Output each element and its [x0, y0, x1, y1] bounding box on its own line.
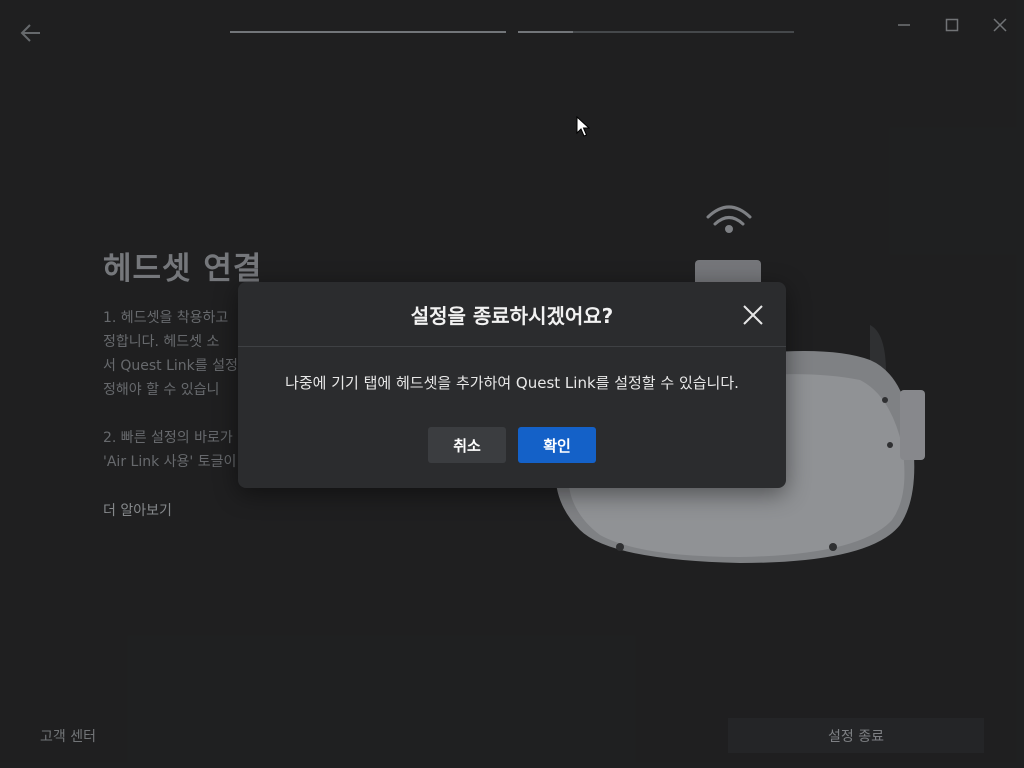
close-icon	[743, 305, 763, 325]
mouse-cursor-icon	[576, 116, 590, 137]
confirm-button[interactable]: 확인	[518, 427, 596, 463]
exit-setup-dialog: 설정을 종료하시겠어요? 나중에 기기 탭에 헤드셋을 추가하여 Quest L…	[238, 282, 786, 488]
dialog-close-button[interactable]	[740, 302, 766, 328]
dialog-message: 나중에 기기 탭에 헤드셋을 추가하여 Quest Link를 설정할 수 있습…	[285, 374, 739, 392]
app-window: 헤드셋 연결 1. 헤드셋을 착용하고 정합니다. 헤드셋 소 서 Quest …	[0, 0, 1024, 768]
dialog-divider	[238, 346, 786, 347]
cancel-button[interactable]: 취소	[428, 427, 506, 463]
dialog-title: 설정을 종료하시겠어요?	[410, 304, 614, 328]
